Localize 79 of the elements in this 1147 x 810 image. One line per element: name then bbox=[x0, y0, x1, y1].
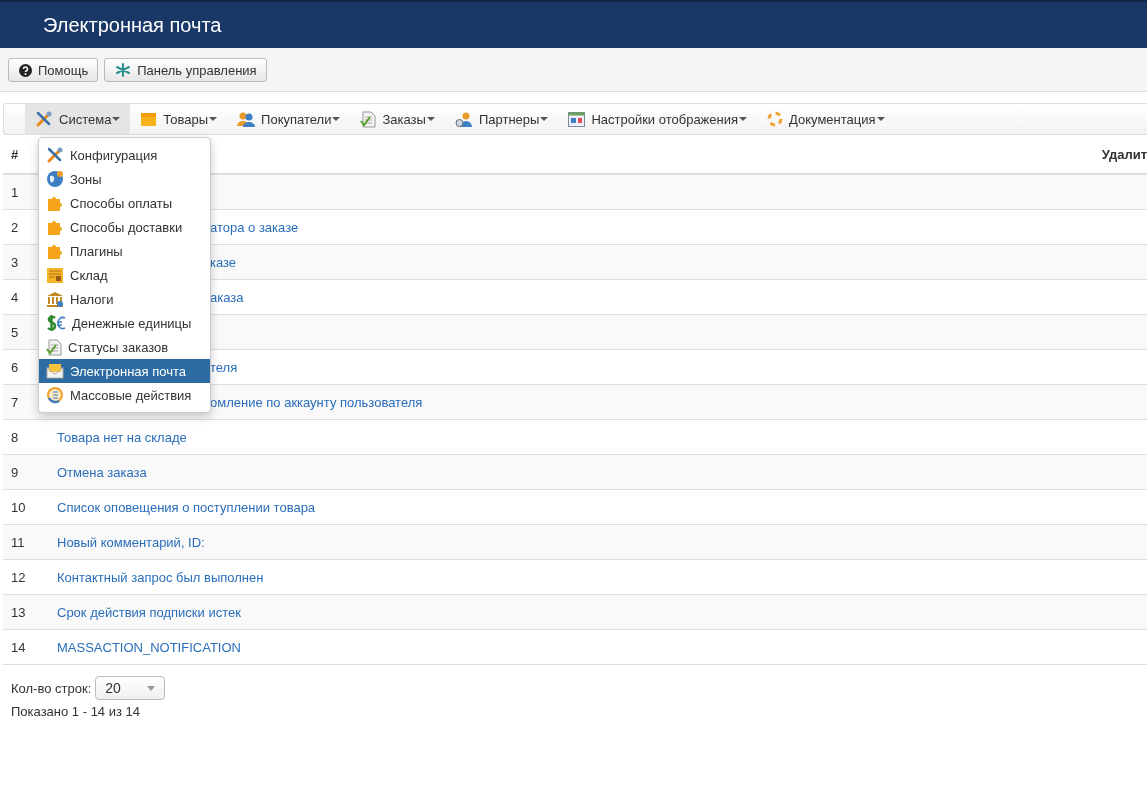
puzzle-icon bbox=[46, 194, 64, 212]
template-link[interactable]: Новый комментарий, ID: bbox=[57, 534, 205, 550]
page-title: Электронная почта bbox=[43, 13, 222, 37]
caret-icon bbox=[112, 117, 121, 121]
caret-icon bbox=[739, 117, 748, 121]
template-link[interactable]: теля bbox=[210, 359, 238, 375]
toolbar-button[interactable]: Помощь bbox=[8, 58, 99, 82]
caret-icon bbox=[426, 117, 435, 121]
dropdown-item[interactable]: Массовые действия bbox=[39, 383, 210, 407]
tools-icon bbox=[46, 146, 64, 164]
caret-icon bbox=[147, 685, 156, 691]
dropdown-item[interactable]: Денежные единицы bbox=[39, 311, 210, 335]
row-number: 8 bbox=[11, 429, 20, 445]
dropdown-item[interactable]: Статусы заказов bbox=[39, 335, 210, 359]
window-icon bbox=[568, 111, 586, 127]
caret-icon bbox=[209, 117, 218, 121]
bank-icon bbox=[46, 290, 64, 308]
row-number: 3 bbox=[11, 254, 20, 270]
box-icon bbox=[140, 111, 158, 127]
dropdown-item[interactable]: Зоны bbox=[39, 167, 210, 191]
caret-icon bbox=[332, 117, 341, 121]
template-link[interactable]: аказа bbox=[210, 289, 244, 305]
users-icon bbox=[237, 111, 256, 127]
checked-document-icon bbox=[46, 338, 62, 356]
puzzle-icon bbox=[46, 218, 64, 236]
menu-item[interactable]: Покупатели bbox=[227, 104, 351, 134]
row-number: 10 bbox=[11, 499, 27, 515]
menu-item[interactable]: Документация bbox=[757, 104, 895, 134]
row-number: 14 bbox=[11, 639, 27, 655]
globe-icon bbox=[46, 170, 64, 188]
template-link[interactable]: омление по аккаунту пользователя bbox=[210, 394, 423, 410]
template-link[interactable]: казе bbox=[210, 254, 237, 270]
tools-icon bbox=[35, 110, 53, 128]
caret-icon bbox=[540, 117, 549, 121]
person-icon bbox=[454, 110, 473, 128]
menu-item[interactable]: Партнеры bbox=[444, 104, 559, 134]
shelf-icon bbox=[46, 266, 64, 284]
template-link[interactable]: Контактный запрос был выполнен bbox=[57, 569, 264, 585]
column-header: # bbox=[11, 146, 19, 162]
row-number: 4 bbox=[11, 289, 20, 305]
template-link[interactable]: Срок действия подписки истек bbox=[57, 604, 241, 620]
menu-item[interactable]: Система bbox=[25, 104, 131, 134]
template-link[interactable]: Список оповещения о поступлении товара bbox=[57, 499, 316, 515]
dropdown-item[interactable]: Способы доставки bbox=[39, 215, 210, 239]
row-number: 9 bbox=[11, 464, 20, 480]
row-number: 6 bbox=[11, 359, 20, 375]
row-number: 13 bbox=[11, 604, 27, 620]
results-summary: Показано 1 - 14 из 14 bbox=[11, 704, 141, 719]
dropdown-item[interactable]: Налоги bbox=[39, 287, 210, 311]
row-number: 12 bbox=[11, 569, 27, 585]
envelope-icon bbox=[46, 363, 64, 379]
toolbar-button[interactable]: Панель управления bbox=[104, 58, 267, 82]
template-link[interactable]: атора о заказе bbox=[210, 219, 299, 235]
row-number: 11 bbox=[11, 534, 26, 550]
row-number: 7 bbox=[11, 394, 20, 410]
dropdown-item[interactable]: Конфигурация bbox=[39, 143, 210, 167]
template-link[interactable]: MASSACTION_NOTIFICATION bbox=[57, 639, 241, 655]
rows-per-page-label: Кол-во строк: bbox=[11, 680, 92, 696]
dropdown-item[interactable]: Плагины bbox=[39, 239, 210, 263]
caret-icon bbox=[876, 117, 885, 121]
dropdown-item[interactable]: Способы оплаты bbox=[39, 191, 210, 215]
dropdown-item[interactable]: Склад bbox=[39, 263, 210, 287]
currency-icon bbox=[46, 314, 66, 332]
asterisk-icon bbox=[115, 62, 132, 78]
menu-item[interactable]: Товары bbox=[130, 104, 228, 134]
menu-item[interactable]: Заказы bbox=[350, 104, 445, 134]
checked-document-icon bbox=[360, 110, 377, 128]
list-circle-icon bbox=[46, 386, 64, 404]
column-header: Удалит bbox=[1101, 146, 1147, 162]
row-number: 1 bbox=[11, 184, 20, 200]
question-icon bbox=[19, 63, 32, 77]
template-link[interactable]: Отмена заказа bbox=[57, 464, 147, 480]
puzzle-icon bbox=[46, 242, 64, 260]
rows-per-page-select[interactable]: 20 bbox=[95, 676, 166, 700]
row-number: 5 bbox=[11, 324, 20, 340]
template-link[interactable]: Товара нет на складе bbox=[57, 429, 187, 445]
row-number: 2 bbox=[11, 219, 20, 235]
dropdown-item[interactable]: Электронная почта bbox=[39, 359, 210, 383]
menu-item[interactable]: Настройки отображения bbox=[558, 104, 758, 134]
